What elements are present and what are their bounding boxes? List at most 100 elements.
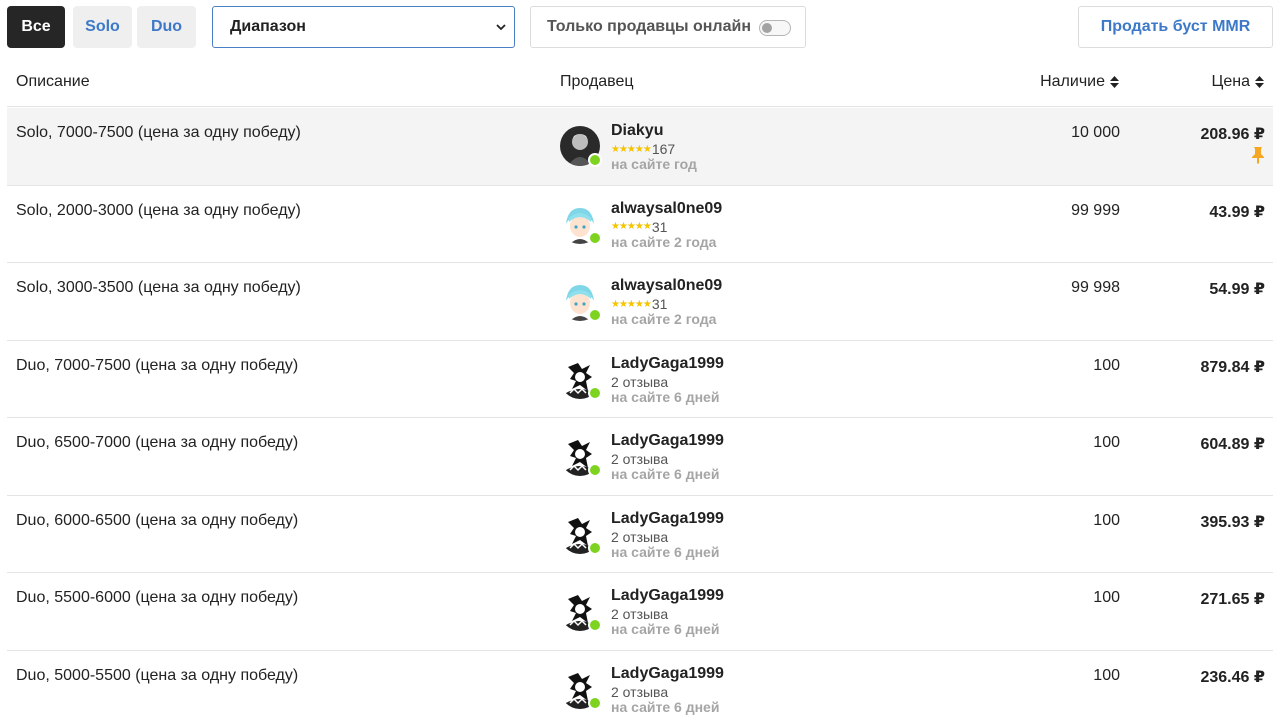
rating-count: 2 отзыва — [611, 606, 669, 622]
seller-rating: ★★★★★ 31 — [611, 219, 667, 235]
seller-name[interactable]: LadyGaga1999 — [611, 432, 724, 450]
header-seller: Продавец — [560, 73, 634, 90]
range-select[interactable]: Диапазон — [212, 6, 515, 48]
seller-avatar[interactable] — [560, 591, 602, 632]
online-only-filter[interactable]: Только продавцы онлайн — [530, 6, 806, 48]
offer-price: 604.89 ₽ — [1200, 436, 1265, 453]
offer-stock: 100 — [1093, 666, 1120, 684]
seller-since: на сайте 6 дней — [611, 621, 720, 637]
rating-count: 31 — [651, 218, 668, 235]
online-status-dot — [588, 385, 602, 400]
seller-since: на сайте 6 дней — [611, 388, 720, 405]
filter-solo-button[interactable]: Solo — [73, 6, 132, 48]
offer-description[interactable]: Duo, 6000-6500 (цена за одну победу) — [16, 512, 298, 530]
seller-name[interactable]: LadyGaga1999 — [611, 587, 724, 605]
online-status-dot — [588, 463, 602, 477]
sell-boost-button[interactable]: Продать буст MMR — [1078, 6, 1273, 48]
table-row[interactable]: Duo, 6500-7000 (цена за одну победу) Lady… — [7, 418, 1273, 496]
offer-description[interactable]: Duo, 5000-5500 (цена за одну победу) — [16, 667, 298, 685]
offer-price: 271.65 ₽ — [1200, 591, 1265, 608]
header-stock-label: Наличие — [1040, 73, 1105, 90]
seller-since: на сайте 6 дней — [611, 698, 720, 715]
table-row[interactable]: Duo, 6000-6500 (цена за одну победу) Lady… — [7, 496, 1273, 573]
seller-avatar[interactable] — [560, 358, 602, 400]
offer-price: 879.84 ₽ — [1200, 358, 1265, 376]
seller-name[interactable]: LadyGaga1999 — [611, 665, 724, 683]
seller-since: на сайте 2 года — [611, 311, 717, 327]
online-only-toggle[interactable] — [759, 20, 791, 36]
chevron-down-icon — [496, 24, 506, 31]
table-row[interactable]: Solo, 2000-3000 (цена за одну победу) alw… — [7, 186, 1273, 263]
online-status-dot — [588, 153, 602, 167]
online-status-dot — [588, 308, 602, 322]
seller-name[interactable]: alwaysal0ne09 — [611, 200, 722, 218]
seller-name[interactable]: alwaysal0ne09 — [611, 277, 722, 295]
seller-avatar[interactable] — [560, 203, 602, 245]
rating-count: 167 — [651, 141, 676, 157]
online-only-label: Только продавцы онлайн — [547, 18, 751, 35]
online-status-dot — [588, 540, 602, 555]
seller-name[interactable]: LadyGaga1999 — [611, 355, 724, 373]
seller-avatar[interactable] — [560, 126, 602, 167]
offer-description[interactable]: Duo, 5500-6000 (цена за одну победу) — [16, 589, 298, 607]
seller-rating: 2 отзыва — [611, 606, 668, 622]
rating-stars-icon: ★★★★★ — [611, 143, 652, 155]
filter-duo-button[interactable]: Duo — [137, 6, 196, 48]
rating-count: 2 отзыва — [611, 451, 669, 467]
filter-all-button[interactable]: Все — [7, 6, 65, 48]
table-row[interactable]: Solo, 7000-7500 (цена за одну победу) Dia… — [7, 108, 1273, 186]
sort-icon — [1255, 76, 1264, 88]
online-status-dot — [588, 695, 602, 710]
filter-toolbar: Все Solo Duo Диапазон Только продавцы он… — [7, 6, 1273, 48]
offer-stock: 99 998 — [1071, 279, 1120, 296]
seller-since: на сайте год — [611, 156, 697, 172]
table-row[interactable]: Duo, 7000-7500 (цена за одну победу) Lady… — [7, 341, 1273, 418]
seller-rating: 2 отзыва — [611, 451, 668, 467]
seller-rating: ★★★★★ 31 — [611, 296, 667, 312]
offer-description[interactable]: Solo, 3000-3500 (цена за одну победу) — [16, 279, 301, 297]
seller-since: на сайте 2 года — [611, 233, 717, 250]
table-row[interactable]: Solo, 3000-3500 (цена за одну победу) alw… — [7, 263, 1273, 341]
seller-rating: ★★★★★ 167 — [611, 141, 675, 157]
offer-price: 395.93 ₽ — [1200, 513, 1265, 531]
offer-description[interactable]: Solo, 7000-7500 (цена за одну победу) — [16, 124, 301, 142]
table-row[interactable]: Duo, 5000-5500 (цена за одну победу) Lady… — [7, 651, 1273, 726]
seller-avatar[interactable] — [560, 513, 602, 555]
header-description: Описание — [16, 73, 90, 90]
rating-count: 31 — [651, 296, 668, 312]
seller-since: на сайте 6 дней — [611, 466, 720, 482]
offer-description[interactable]: Duo, 7000-7500 (цена за одну победу) — [16, 357, 298, 375]
seller-since: на сайте 6 дней — [611, 543, 720, 560]
header-price-sort[interactable]: Цена — [1212, 73, 1265, 91]
range-select-value: Диапазон — [230, 18, 306, 35]
offer-description[interactable]: Duo, 6500-7000 (цена за одну победу) — [16, 434, 298, 452]
offer-stock: 100 — [1093, 356, 1120, 374]
offer-stock: 100 — [1093, 434, 1120, 451]
offer-price: 54.99 ₽ — [1209, 281, 1265, 298]
offers-list: Solo, 7000-7500 (цена за одну победу) Dia… — [7, 108, 1273, 726]
seller-name[interactable]: LadyGaga1999 — [611, 510, 724, 528]
table-header: Описание Продавец Наличие Цена — [7, 58, 1273, 107]
pin-icon — [1252, 147, 1264, 164]
seller-avatar[interactable] — [560, 436, 602, 477]
header-stock-sort[interactable]: Наличие — [1040, 73, 1120, 91]
seller-rating: 2 отзыва — [611, 529, 668, 545]
rating-count: 2 отзыва — [611, 528, 669, 545]
rating-count: 2 отзыва — [611, 373, 669, 390]
online-status-dot — [588, 618, 602, 632]
toggle-knob — [762, 23, 772, 33]
offer-stock: 100 — [1093, 589, 1120, 606]
header-price-label: Цена — [1211, 73, 1250, 90]
offer-description[interactable]: Solo, 2000-3000 (цена за одну победу) — [16, 202, 301, 220]
seller-rating: 2 отзыва — [611, 684, 668, 700]
rating-stars-icon: ★★★★★ — [611, 221, 652, 232]
offer-stock: 99 999 — [1071, 201, 1120, 219]
offer-stock: 100 — [1093, 511, 1120, 529]
seller-rating: 2 отзыва — [611, 374, 668, 390]
seller-avatar[interactable] — [560, 281, 602, 322]
sort-icon — [1110, 76, 1119, 88]
table-row[interactable]: Duo, 5500-6000 (цена за одну победу) Lady… — [7, 573, 1273, 651]
seller-avatar[interactable] — [560, 668, 602, 710]
offer-price: 43.99 ₽ — [1209, 203, 1265, 221]
seller-name[interactable]: Diakyu — [611, 122, 663, 140]
